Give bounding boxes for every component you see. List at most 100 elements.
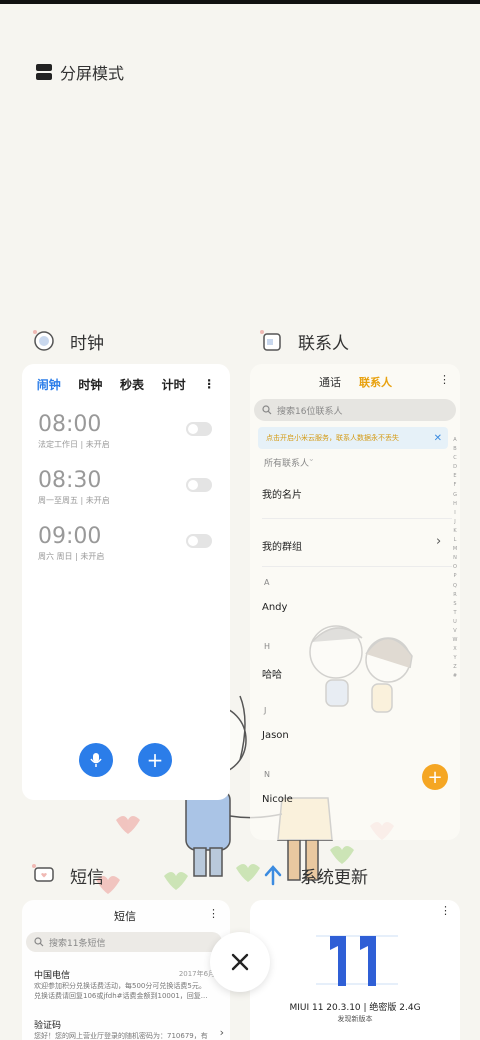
- alphabet-letter[interactable]: #: [452, 672, 458, 681]
- alphabet-letter[interactable]: V: [452, 627, 458, 636]
- sms-title: 短信: [114, 910, 136, 923]
- alarm-desc: 法定工作日 | 未开启: [38, 440, 110, 449]
- split-screen-label: 分屏模式: [60, 64, 125, 83]
- split-screen-icon: [36, 64, 52, 80]
- contacts-app-icon: [260, 330, 281, 351]
- more-icon[interactable]: ⋮: [203, 377, 215, 391]
- update-app-header[interactable]: 系统更新: [260, 862, 368, 888]
- search-icon: [262, 405, 272, 415]
- alphabet-letter[interactable]: H: [452, 500, 458, 509]
- alphabet-letter[interactable]: Q: [452, 582, 458, 591]
- sms-search-input[interactable]: 搜索11条短信: [26, 932, 222, 952]
- more-icon[interactable]: ⋮: [440, 904, 451, 917]
- update-version: MIUI 11 20.3.10 | 绝密版 2.4G: [289, 1003, 421, 1013]
- alphabet-letter[interactable]: D: [452, 463, 458, 472]
- alarm-desc: 周一至周五 | 未开启: [38, 496, 110, 505]
- contact-item[interactable]: Andy: [262, 602, 287, 613]
- tab-clock[interactable]: 时钟: [78, 376, 102, 393]
- alarm-item[interactable]: 08:00 法定工作日 | 未开启: [38, 404, 230, 460]
- more-icon[interactable]: ⋮: [208, 907, 219, 920]
- clock-tab-bar: 闹钟 时钟 秒表 计时 ⋮: [22, 364, 230, 398]
- close-icon[interactable]: ✕: [434, 433, 442, 444]
- alphabet-letter[interactable]: C: [452, 454, 458, 463]
- tab-calls[interactable]: 通话: [319, 374, 341, 390]
- divider: [262, 518, 452, 519]
- alarm-item[interactable]: 08:30 周一至周五 | 未开启: [38, 460, 230, 516]
- clock-app-icon: [33, 330, 54, 351]
- alphabet-letter[interactable]: F: [452, 481, 458, 490]
- update-app-card[interactable]: ⋮ MIUI 11 20.3.10 | 绝密版 2.4G 发现新版本: [250, 900, 460, 1040]
- contacts-app-header[interactable]: 联系人: [258, 328, 349, 354]
- sms-app-icon: [32, 864, 54, 882]
- alarm-toggle[interactable]: [186, 534, 212, 548]
- update-arrow-icon: [264, 865, 282, 886]
- contacts-filter[interactable]: 所有联系人: [264, 456, 309, 469]
- divider: [262, 566, 452, 567]
- voice-alarm-button[interactable]: [79, 743, 113, 777]
- miui-11-logo: [316, 935, 398, 986]
- update-subtitle: 发现新版本: [337, 1015, 373, 1023]
- chevron-right-icon: ›: [219, 1026, 224, 1039]
- alarm-desc: 周六 周日 | 未开启: [38, 552, 105, 561]
- section-letter: N: [264, 770, 270, 779]
- alphabet-letter[interactable]: W: [452, 636, 458, 645]
- my-group-item[interactable]: 我的群组: [262, 538, 302, 553]
- contact-item[interactable]: 哈哈: [262, 666, 282, 681]
- add-contact-button[interactable]: +: [422, 764, 448, 790]
- my-card-item[interactable]: 我的名片: [262, 486, 302, 501]
- plus-icon: +: [146, 748, 164, 772]
- tab-timer[interactable]: 计时: [162, 376, 186, 393]
- clock-app-card[interactable]: 闹钟 时钟 秒表 计时 ⋮ 08:00 法定工作日 | 未开启 08:30 周一…: [22, 364, 230, 800]
- alphabet-letter[interactable]: K: [452, 527, 458, 536]
- alphabet-letter[interactable]: E: [452, 472, 458, 481]
- tab-contacts[interactable]: 联系人: [359, 374, 392, 390]
- message-sender: 验证码: [34, 1021, 62, 1031]
- sms-search-placeholder: 搜索11条短信: [49, 938, 106, 949]
- clock-app-name: 时钟: [70, 333, 104, 354]
- alphabet-letter[interactable]: R: [452, 591, 458, 600]
- message-item[interactable]: 中国电信 2017年6月30 欢迎参加积分兑换话费活动，每500分可兑换话费5元…: [34, 968, 224, 1004]
- alphabet-letter[interactable]: O: [452, 563, 458, 572]
- alphabet-letter[interactable]: X: [452, 645, 458, 654]
- alphabet-letter[interactable]: A: [452, 436, 458, 445]
- contacts-search-input[interactable]: 搜索16位联系人: [254, 399, 456, 421]
- cloud-service-banner[interactable]: 点击开启小米云服务，联系人数据永不丢失 ✕: [258, 427, 448, 449]
- contacts-app-name: 联系人: [298, 333, 349, 354]
- alarm-toggle[interactable]: [186, 478, 212, 492]
- alphabet-letter[interactable]: G: [452, 491, 458, 500]
- alphabet-letter[interactable]: S: [452, 600, 458, 609]
- alphabet-index[interactable]: A B C D E F G H I J K L M N O P Q R S T U V W X Y Z #: [452, 436, 458, 682]
- alphabet-letter[interactable]: B: [452, 445, 458, 454]
- contacts-app-card[interactable]: 通话 联系人 ⋮ 搜索16位联系人 点击开启小米云服务，联系人数据永不丢失 ✕ …: [250, 364, 460, 840]
- alphabet-letter[interactable]: Z: [452, 663, 458, 672]
- alphabet-letter[interactable]: P: [452, 572, 458, 581]
- more-icon[interactable]: ⋮: [439, 373, 450, 386]
- alphabet-letter[interactable]: U: [452, 618, 458, 627]
- sms-app-card[interactable]: 短信 ⋮ 搜索11条短信 中国电信 2017年6月30 欢迎参加积分兑换话费活动…: [22, 900, 230, 1040]
- contact-item[interactable]: Nicole: [262, 794, 293, 805]
- sms-app-header[interactable]: 短信: [30, 862, 104, 888]
- add-alarm-button[interactable]: +: [138, 743, 172, 777]
- alarm-item[interactable]: 09:00 周六 周日 | 未开启: [38, 516, 230, 572]
- alphabet-letter[interactable]: L: [452, 536, 458, 545]
- alphabet-letter[interactable]: T: [452, 609, 458, 618]
- plus-icon: +: [427, 766, 443, 788]
- microphone-icon: [90, 753, 102, 767]
- contact-item[interactable]: Jason: [262, 730, 289, 741]
- update-app-name: 系统更新: [300, 867, 368, 888]
- alphabet-letter[interactable]: Y: [452, 654, 458, 663]
- section-letter: J: [264, 706, 267, 715]
- tab-alarm[interactable]: 闹钟: [37, 376, 61, 393]
- alarm-toggle[interactable]: [186, 422, 212, 436]
- split-screen-button[interactable]: 分屏模式: [36, 60, 124, 84]
- alphabet-letter[interactable]: I: [452, 509, 458, 518]
- clock-app-header[interactable]: 时钟: [30, 328, 104, 354]
- close-icon: [231, 953, 249, 971]
- alphabet-letter[interactable]: N: [452, 554, 458, 563]
- alphabet-letter[interactable]: J: [452, 518, 458, 527]
- alphabet-letter[interactable]: M: [452, 545, 458, 554]
- message-sender: 中国电信: [34, 971, 71, 981]
- message-item[interactable]: 验证码 您好！您的网上营业厅登录的随机密码为：710679，有 ›: [34, 1018, 224, 1040]
- tab-stopwatch[interactable]: 秒表: [120, 376, 144, 393]
- close-all-button[interactable]: [210, 932, 270, 992]
